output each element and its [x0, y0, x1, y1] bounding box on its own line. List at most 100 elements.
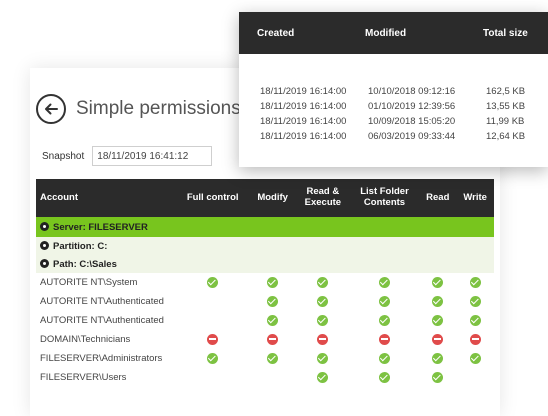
- table-row[interactable]: AUTORITE NT\Authenticated: [36, 292, 494, 311]
- overlay-col-size[interactable]: Total size: [483, 28, 539, 39]
- permission-cell: [456, 349, 494, 368]
- deny-icon: [379, 333, 390, 345]
- check-icon: [207, 352, 219, 364]
- col-header-list-folder[interactable]: List Folder Contents: [349, 179, 420, 217]
- check-icon: [317, 276, 329, 288]
- file-details-overlay: Created Modified Total size 18/11/2019 1…: [239, 12, 548, 167]
- permission-cell: [456, 273, 494, 292]
- page-title: Simple permissions: [76, 98, 241, 119]
- group-row-server[interactable]: Server: FILESERVER: [36, 217, 494, 237]
- overlay-rows: 18/11/2019 16:14:00 10/10/2018 09:12:16 16…: [239, 54, 548, 144]
- expand-bullet-icon[interactable]: [40, 221, 49, 231]
- overlay-cell-modified: 01/10/2019 12:39:56: [368, 101, 456, 112]
- overlay-cell-modified: 10/10/2018 09:12:16: [368, 86, 456, 97]
- overlay-cell-size: 12,64 KB: [486, 131, 526, 142]
- group-row-path[interactable]: Path: C:\Sales: [36, 255, 494, 273]
- permission-cell: [176, 349, 249, 368]
- check-icon: [317, 295, 329, 307]
- arrow-left-icon: [45, 103, 58, 115]
- permission-cell: [176, 368, 249, 387]
- account-name: AUTORITE NT\Authenticated: [40, 315, 164, 326]
- check-icon: [432, 352, 444, 364]
- col-header-account[interactable]: Account: [36, 179, 176, 217]
- group-row-partition[interactable]: Partition: C:: [36, 237, 494, 255]
- permission-cell: [249, 292, 296, 311]
- permission-cell: [456, 330, 494, 349]
- deny-icon: [267, 333, 279, 345]
- overlay-cell-created: 18/11/2019 16:14:00: [260, 116, 347, 127]
- permission-cell: [350, 292, 419, 311]
- overlay-col-modified[interactable]: Modified: [365, 28, 483, 39]
- overlay-cell-size: 13,55 KB: [486, 101, 526, 112]
- permission-cell: [350, 273, 419, 292]
- overlay-col-created[interactable]: Created: [257, 28, 365, 39]
- check-icon: [379, 371, 390, 383]
- permission-cell: [456, 311, 494, 330]
- deny-icon: [432, 333, 444, 345]
- check-icon: [317, 314, 329, 326]
- table-row[interactable]: AUTORITE NT\Authenticated: [36, 311, 494, 330]
- permission-cell: [249, 330, 296, 349]
- overlay-cell-created: 18/11/2019 16:14:00: [260, 131, 347, 142]
- check-icon: [379, 314, 390, 326]
- check-icon: [207, 276, 219, 288]
- page-header: Simple permissions: [36, 94, 241, 124]
- col-header-write[interactable]: Write: [456, 179, 494, 217]
- overlay-cell-created: 18/11/2019 16:14:00: [260, 101, 347, 112]
- expand-bullet-icon[interactable]: [40, 258, 49, 268]
- permission-cell: [419, 292, 456, 311]
- permission-cell: [249, 349, 296, 368]
- permission-cell: [176, 273, 249, 292]
- list-item[interactable]: 18/11/2019 16:14:00 01/10/2019 12:39:56 13…: [239, 99, 548, 114]
- permission-cell: [419, 368, 456, 387]
- back-button[interactable]: [36, 94, 66, 124]
- snapshot-row: Snapshot: [42, 146, 213, 166]
- check-icon: [317, 371, 329, 383]
- check-icon: [469, 295, 481, 307]
- col-header-read-execute[interactable]: Read & Execute: [295, 179, 350, 217]
- col-header-full-control[interactable]: Full control: [176, 179, 250, 217]
- check-icon: [469, 276, 481, 288]
- permission-cell: [350, 311, 419, 330]
- permission-cell: [456, 292, 494, 311]
- list-item[interactable]: 18/11/2019 16:14:00 10/10/2018 09:12:16 16…: [239, 84, 548, 99]
- permission-cell: [296, 311, 350, 330]
- check-icon: [469, 352, 481, 364]
- permission-cell: [296, 368, 350, 387]
- permission-cell: [249, 311, 296, 330]
- check-icon: [267, 295, 279, 307]
- table-row[interactable]: DOMAIN\Technicians: [36, 330, 494, 349]
- expand-bullet-icon[interactable]: [40, 240, 49, 250]
- snapshot-input[interactable]: [92, 146, 213, 166]
- col-header-modify[interactable]: Modify: [249, 179, 296, 217]
- check-icon: [317, 352, 329, 364]
- permissions-table: Account Full control Modify Read & Execut…: [36, 179, 494, 387]
- table-row[interactable]: AUTORITE NT\System: [36, 273, 494, 292]
- overlay-cell-size: 11,99 KB: [486, 116, 525, 127]
- list-item[interactable]: 18/11/2019 16:14:00 10/09/2018 15:05:20 11…: [239, 114, 548, 129]
- permission-cell: [176, 311, 249, 330]
- permission-cell: [296, 273, 350, 292]
- check-icon: [267, 276, 279, 288]
- overlay-cell-modified: 10/09/2018 15:05:20: [368, 116, 456, 127]
- overlay-cell-size: 162,5 KB: [486, 86, 526, 97]
- check-icon: [432, 295, 444, 307]
- permission-cell: [249, 273, 296, 292]
- check-icon: [432, 314, 444, 326]
- account-name: DOMAIN\Technicians: [40, 334, 131, 345]
- permission-cell: [296, 292, 350, 311]
- snapshot-label: Snapshot: [42, 150, 85, 162]
- permission-cell: [176, 330, 249, 349]
- list-item[interactable]: 18/11/2019 16:14:00 06/03/2019 09:33:44 12…: [239, 129, 548, 144]
- account-name: AUTORITE NT\System: [40, 277, 138, 288]
- permission-cell: [419, 311, 456, 330]
- check-icon: [379, 295, 390, 307]
- table-row[interactable]: FILESERVER\Administrators: [36, 349, 494, 368]
- table-header-row: Account Full control Modify Read & Execut…: [36, 179, 494, 217]
- permission-cell: [419, 273, 456, 292]
- deny-icon: [469, 333, 481, 345]
- deny-icon: [317, 333, 329, 345]
- table-row[interactable]: FILESERVER\Users: [36, 368, 494, 387]
- col-header-read[interactable]: Read: [419, 179, 457, 217]
- check-icon: [267, 314, 279, 326]
